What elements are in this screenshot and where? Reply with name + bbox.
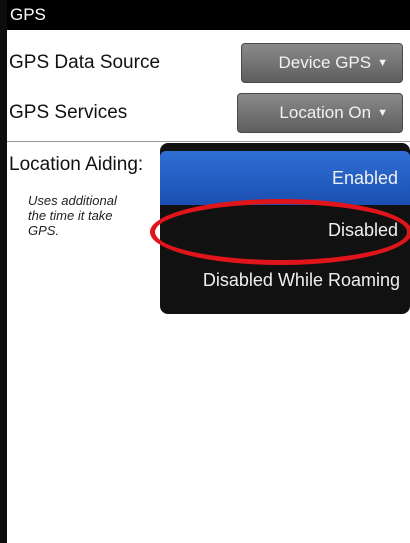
gps-data-source-value: Device GPS xyxy=(278,53,372,72)
triangle-down-icon: ▼ xyxy=(377,107,388,119)
menu-option-enabled[interactable]: Enabled xyxy=(160,151,410,205)
gps-services-value: Location On xyxy=(279,103,372,122)
menu-option-disabled[interactable]: Disabled xyxy=(160,203,410,257)
location-aiding-description: Uses additional the time it take GPS. xyxy=(28,193,117,238)
gps-data-source-label: GPS Data Source xyxy=(9,52,161,73)
location-aiding-popup-menu: Enabled Disabled Disabled While Roaming xyxy=(160,143,410,314)
menu-option-disabled-while-roaming[interactable]: Disabled While Roaming xyxy=(160,253,410,307)
page-title: GPS xyxy=(10,5,46,24)
gps-data-source-dropdown[interactable]: Device GPS ▼ xyxy=(241,43,403,83)
left-edge-bar xyxy=(0,0,7,543)
gps-settings-screen: GPS GPS Data Source Device GPS ▼ GPS Serv… xyxy=(0,0,410,543)
gps-services-label: GPS Services xyxy=(9,102,128,123)
location-aiding-label: Location Aiding: xyxy=(9,154,144,175)
gps-services-dropdown[interactable]: Location On ▼ xyxy=(237,93,403,133)
title-bar: GPS xyxy=(7,0,410,30)
section-divider xyxy=(7,141,410,142)
triangle-down-icon: ▼ xyxy=(377,57,388,69)
